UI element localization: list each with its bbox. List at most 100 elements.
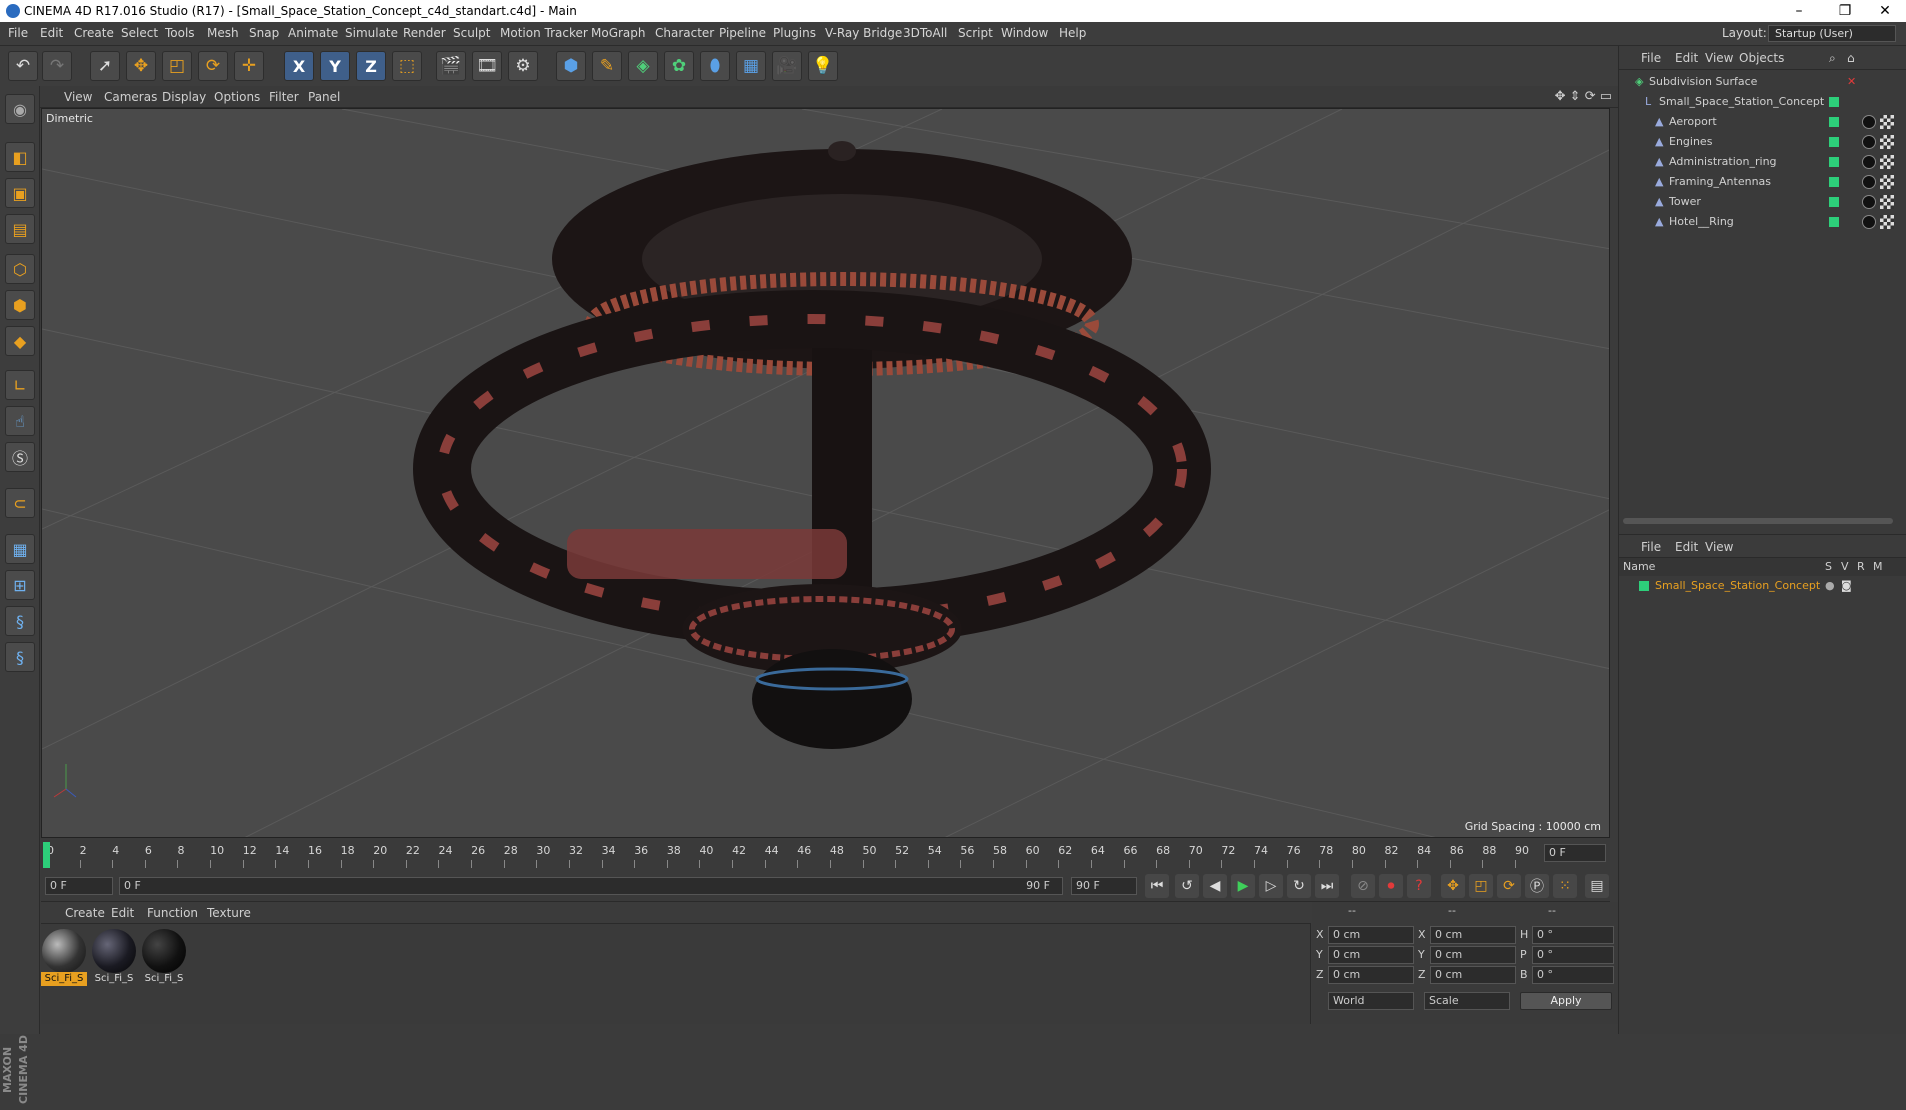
render-settings-icon[interactable]: ⚙ (508, 51, 538, 81)
layout-dropdown[interactable]: Startup (User) (1768, 25, 1896, 42)
previous-frame-icon[interactable]: ◀ (1203, 874, 1227, 898)
menu-tools[interactable]: Tools (165, 26, 195, 40)
render-view-icon[interactable]: 🎬 (436, 51, 466, 81)
snap-magnet-icon[interactable]: ⊂ (5, 488, 35, 518)
object-row-small-space-station[interactable]: L Small_Space_Station_Concept (1619, 92, 1906, 112)
size-z-field[interactable]: 0 cm (1430, 966, 1516, 984)
material-tag-icon[interactable] (1862, 155, 1876, 169)
camera-icon[interactable]: 🎥 (772, 51, 802, 81)
material-swatch[interactable]: Sci_Fi_S (91, 928, 137, 986)
subdivision-surface-icon[interactable]: ◈ (628, 51, 658, 81)
texture-tag-icon[interactable] (1880, 215, 1894, 229)
menu-window[interactable]: Window (1001, 26, 1048, 40)
rotation-p-field[interactable]: 0 ° (1532, 946, 1614, 964)
material-tag-icon[interactable] (1862, 195, 1876, 209)
python-script-icon[interactable]: § (5, 606, 35, 636)
solo-mode-icon[interactable]: Ⓢ (5, 442, 35, 472)
texture-tag-icon[interactable] (1880, 115, 1894, 129)
viewport-menu-panel[interactable]: Panel (308, 90, 340, 104)
disable-x-icon[interactable]: ✕ (1847, 72, 1856, 92)
texture-tag-icon[interactable] (1880, 195, 1894, 209)
menu-animate[interactable]: Animate (288, 26, 338, 40)
select-pointer-icon[interactable]: ➚ (90, 51, 120, 81)
previous-keyframe-icon[interactable]: ↺ (1175, 874, 1199, 898)
workplane-mode-icon[interactable]: ▤ (5, 214, 35, 244)
cloner-icon[interactable]: ✿ (664, 51, 694, 81)
timeline-ruler[interactable]: 0 2 4 6 8 10 12 14 16 18 20 22 24 26 28 30 32 34 36 38 40 42 4… (41, 840, 1610, 870)
play-icon[interactable]: ▶ (1231, 874, 1255, 898)
key-pla-icon[interactable]: ⁙ (1553, 874, 1577, 898)
object-menu-file[interactable]: File (1641, 51, 1661, 65)
material-menu-function[interactable]: Function (147, 906, 198, 920)
timeline-layout-icon[interactable]: ▤ (1585, 874, 1609, 898)
menu-simulate[interactable]: Simulate (345, 26, 398, 40)
x-axis-lock-button[interactable]: X (284, 51, 314, 81)
material-tag-icon[interactable] (1862, 175, 1876, 189)
current-frame-field[interactable]: 0 F (1544, 844, 1606, 862)
floor-scene-icon[interactable]: ▦ (736, 51, 766, 81)
object-row-subdivision-surface[interactable]: ◈ Subdivision Surface ✕ (1619, 72, 1906, 92)
menu-motion-tracker[interactable]: Motion Tracker (500, 26, 588, 40)
menu-3dtoall[interactable]: 3DToAll (903, 26, 947, 40)
polygons-mode-icon[interactable]: ◆ (5, 326, 35, 356)
material-tag-icon[interactable] (1862, 115, 1876, 129)
move-tool-icon[interactable]: ✥ (126, 51, 156, 81)
key-position-icon[interactable]: ✥ (1441, 874, 1465, 898)
layer-menu-file[interactable]: File (1641, 540, 1661, 554)
object-row-framing-antennas[interactable]: ▲ Framing_Antennas (1619, 172, 1906, 192)
viewport-menu-filter[interactable]: Filter (269, 90, 299, 104)
redo-icon[interactable]: ↷ (42, 51, 72, 81)
menu-mograph[interactable]: MoGraph (591, 26, 646, 40)
menu-mesh[interactable]: Mesh (207, 26, 239, 40)
position-z-field[interactable]: 0 cm (1328, 966, 1414, 984)
viewport-nav-icons[interactable]: ✥ ⇕ ⟳ ▭ (1555, 89, 1612, 104)
axis-mode-icon[interactable]: ∟ (5, 370, 35, 400)
material-tag-icon[interactable] (1862, 135, 1876, 149)
y-axis-lock-button[interactable]: Y (320, 51, 350, 81)
layer-visibility-icon[interactable]: ◙ (1841, 576, 1852, 596)
object-menu-objects[interactable]: Objects (1739, 51, 1784, 65)
object-menu-edit[interactable]: Edit (1675, 51, 1698, 65)
deformer-icon[interactable]: ⬮ (700, 51, 730, 81)
position-x-field[interactable]: 0 cm (1328, 926, 1414, 944)
go-to-start-icon[interactable]: ⏮ (1145, 874, 1169, 898)
menu-create[interactable]: Create (74, 26, 114, 40)
menu-character[interactable]: Character (655, 26, 714, 40)
menu-render[interactable]: Render (403, 26, 446, 40)
grid-lock-icon[interactable]: ▦ (5, 534, 35, 564)
end-frame-field[interactable]: 90 F (1071, 877, 1137, 895)
tweak-mode-icon[interactable]: ☝ (5, 406, 35, 436)
model-mode-icon[interactable]: ◧ (5, 142, 35, 172)
spline-pen-icon[interactable]: ✎ (592, 51, 622, 81)
menu-snap[interactable]: Snap (249, 26, 279, 40)
menu-file[interactable]: File (8, 26, 28, 40)
playhead[interactable] (43, 842, 50, 868)
size-y-field[interactable]: 0 cm (1430, 946, 1516, 964)
object-row-aeroport[interactable]: ▲ Aeroport (1619, 112, 1906, 132)
home-icon[interactable]: ⌂ (1847, 51, 1855, 65)
next-keyframe-icon[interactable]: ↻ (1287, 874, 1311, 898)
menu-select[interactable]: Select (121, 26, 158, 40)
points-mode-icon[interactable]: ⬡ (5, 254, 35, 284)
rotation-h-field[interactable]: 0 ° (1532, 926, 1614, 944)
viewport-menu-view[interactable]: View (64, 90, 92, 104)
key-parameter-icon[interactable]: Ⓟ (1525, 874, 1549, 898)
search-icon[interactable]: ⌕ (1829, 51, 1836, 66)
menu-plugins[interactable]: Plugins (773, 26, 816, 40)
frame-ruler[interactable]: 0 2 4 6 8 10 12 14 16 18 20 22 24 26 28 30 32 34 36 38 40 42 4… (41, 840, 1541, 870)
menu-sculpt[interactable]: Sculpt (453, 26, 490, 40)
object-row-administration-ring[interactable]: ▲ Administration_ring (1619, 152, 1906, 172)
layer-row[interactable]: Small_Space_Station_Concept ● ◙ (1619, 576, 1906, 596)
3d-viewport[interactable]: Dimetric Grid Spacing : 10000 cm (41, 108, 1610, 838)
go-to-end-icon[interactable]: ⏭ (1315, 874, 1339, 898)
coordinate-system-icon[interactable]: ⬚ (392, 51, 422, 81)
texture-mode-icon[interactable]: ▣ (5, 178, 35, 208)
light-bulb-icon[interactable]: 💡 (808, 51, 838, 81)
z-axis-lock-button[interactable]: Z (356, 51, 386, 81)
texture-tag-icon[interactable] (1880, 175, 1894, 189)
texture-tag-icon[interactable] (1880, 135, 1894, 149)
layer-solo-dot-icon[interactable]: ● (1825, 576, 1835, 596)
menu-help[interactable]: Help (1059, 26, 1086, 40)
menu-vray-bridge[interactable]: V-Ray Bridge (825, 26, 902, 40)
material-menu-texture[interactable]: Texture (207, 906, 251, 920)
